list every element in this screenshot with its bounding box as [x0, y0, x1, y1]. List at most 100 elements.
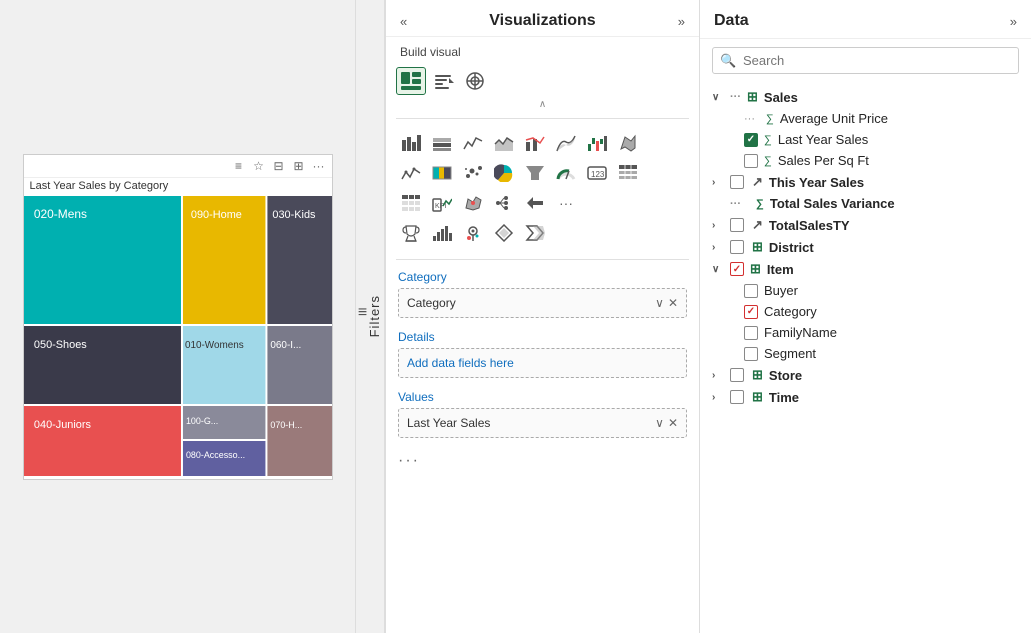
field-well-category: Category Category ∨ ✕ — [386, 266, 699, 326]
viz-icons-grid: 123 KPI ··· — [386, 125, 699, 253]
this-year-checkbox[interactable] — [730, 175, 744, 189]
pin-icon[interactable]: ☆ — [252, 159, 266, 173]
viz-gauge-chart[interactable] — [551, 159, 581, 187]
avg-price-label: Average Unit Price — [780, 111, 888, 126]
search-input[interactable] — [712, 47, 1019, 74]
item-category-checkbox[interactable] — [744, 305, 758, 319]
sales-label: Sales — [764, 90, 798, 105]
svg-text:100-G...: 100-G... — [185, 415, 217, 425]
viz-area-chart[interactable] — [489, 129, 519, 157]
viz-table[interactable] — [613, 159, 643, 187]
viz-bar-chart-2[interactable] — [427, 219, 457, 247]
viz-sparkline[interactable] — [396, 159, 426, 187]
more-icon[interactable]: ··· — [312, 159, 326, 173]
store-table-icon: ⊞ — [752, 367, 763, 383]
tree-group-store-header[interactable]: › ⊞ Store — [700, 364, 1031, 386]
viz-chevron-right[interactable] — [520, 219, 550, 247]
viz-more-arrows[interactable] — [520, 189, 550, 217]
data-panel: Data » 🔍 ∨ ··· ⊞ Sales ··· ∑ Average Uni… — [700, 0, 1031, 633]
field-well-values-label: Values — [398, 390, 687, 404]
district-checkbox[interactable] — [730, 240, 744, 254]
tree-group-sales-header[interactable]: ∨ ··· ⊞ Sales — [700, 86, 1031, 108]
total-ty-trend-icon: ↗ — [752, 217, 763, 233]
chevron-icon[interactable]: ∨ — [655, 296, 664, 310]
viz-more-options[interactable]: ··· — [551, 189, 581, 217]
total-ty-checkbox[interactable] — [730, 218, 744, 232]
field-well-category-box[interactable]: Category ∨ ✕ — [398, 288, 687, 318]
viz-card[interactable]: 123 — [582, 159, 612, 187]
data-panel-title: Data — [714, 12, 749, 30]
values-chevron-icon[interactable]: ∨ — [655, 416, 664, 430]
values-chip-icons: ∨ ✕ — [655, 416, 678, 430]
treemap-chart: 020-Mens 090-Home 030-Kids 050-Shoes 010… — [24, 196, 332, 476]
viz-funnel-chart[interactable] — [520, 159, 550, 187]
viz-type-treemap[interactable] — [396, 67, 426, 95]
viz-map-chart[interactable] — [613, 129, 643, 157]
data-expand-icon[interactable]: » — [1010, 14, 1017, 29]
viz-waterfall-chart[interactable] — [582, 129, 612, 157]
expand-icon[interactable]: ⊞ — [292, 159, 306, 173]
item-leaf-segment[interactable]: Segment — [716, 343, 1031, 364]
item-leaf-familyname[interactable]: FamilyName — [716, 322, 1031, 343]
time-chevron: › — [712, 392, 724, 403]
item-checkbox[interactable] — [730, 262, 744, 276]
values-chip-label: Last Year Sales — [407, 416, 490, 430]
viz-ribbon-chart[interactable] — [551, 129, 581, 157]
buyer-label: Buyer — [764, 283, 798, 298]
viz-expand-icon[interactable]: » — [678, 14, 685, 29]
values-remove-icon[interactable]: ✕ — [668, 416, 678, 430]
field-well-values-box[interactable]: Last Year Sales ∨ ✕ — [398, 408, 687, 438]
viz-scatter-chart[interactable] — [458, 159, 488, 187]
viz-map-pin[interactable] — [458, 219, 488, 247]
viz-matrix[interactable] — [396, 189, 426, 217]
viz-column-chart[interactable] — [427, 129, 457, 157]
per-sqft-checkbox[interactable] — [744, 154, 758, 168]
buyer-checkbox[interactable] — [744, 284, 758, 298]
viz-diamond[interactable] — [489, 219, 519, 247]
familyname-checkbox[interactable] — [744, 326, 758, 340]
viz-100pct-bar[interactable] — [427, 159, 457, 187]
item-leaf-buyer[interactable]: Buyer — [716, 280, 1031, 301]
sales-leaf-last-year[interactable]: ∑ Last Year Sales — [716, 129, 1031, 150]
store-chevron: › — [712, 370, 724, 381]
field-well-details-box[interactable]: Add data fields here — [398, 348, 687, 378]
filter-icon[interactable]: ⊟ — [272, 159, 286, 173]
sales-leaf-per-sqft[interactable]: ∑ Sales Per Sq Ft — [716, 150, 1031, 171]
viz-pie-chart[interactable] — [489, 159, 519, 187]
tree-group-item-header[interactable]: ∨ ⊞ Item — [700, 258, 1031, 280]
total-ty-label: TotalSalesTY — [769, 218, 850, 233]
item-chevron: ∨ — [712, 264, 724, 275]
field-well-values: Values Last Year Sales ∨ ✕ — [386, 386, 699, 446]
viz-kpi[interactable]: KPI — [427, 189, 457, 217]
segment-checkbox[interactable] — [744, 347, 758, 361]
tree-group-district-header[interactable]: › ⊞ District — [700, 236, 1031, 258]
tree-group-time-header[interactable]: › ⊞ Time — [700, 386, 1031, 408]
tree-group-this-year-header[interactable]: › ↗ This Year Sales — [700, 171, 1031, 193]
viz-decomp-tree[interactable] — [489, 189, 519, 217]
tree-group-total-variance-header[interactable]: › ··· ∑ Total Sales Variance — [700, 193, 1031, 214]
sales-chevron: ∨ — [712, 92, 724, 103]
viz-bar-chart[interactable] — [396, 129, 426, 157]
per-sqft-label: Sales Per Sq Ft — [778, 153, 869, 168]
viz-line-chart[interactable] — [458, 129, 488, 157]
remove-icon[interactable]: ✕ — [668, 296, 678, 310]
viz-type-analytics[interactable] — [460, 67, 490, 95]
tree-group-total-ty-header[interactable]: › ↗ TotalSalesTY — [700, 214, 1031, 236]
data-tree: ∨ ··· ⊞ Sales ··· ∑ Average Unit Price ∑… — [700, 82, 1031, 633]
last-year-checkbox[interactable] — [744, 133, 758, 147]
details-placeholder: Add data fields here — [407, 356, 514, 370]
hamburger-icon[interactable]: ≡ — [232, 159, 246, 173]
viz-header: « Visualizations » — [386, 0, 699, 37]
viz-combo-chart[interactable] — [520, 129, 550, 157]
time-checkbox[interactable] — [730, 390, 744, 404]
filters-tab[interactable]: ≡ Filters — [355, 0, 385, 633]
sales-leaf-avg-unit-price[interactable]: ··· ∑ Average Unit Price — [716, 108, 1031, 129]
viz-trophy[interactable] — [396, 219, 426, 247]
item-leaf-category[interactable]: Category — [716, 301, 1031, 322]
viz-collapse-icon[interactable]: « — [400, 14, 407, 29]
store-checkbox[interactable] — [730, 368, 744, 382]
avg-price-calc-icon: ∑ — [766, 113, 774, 125]
viz-type-format[interactable] — [428, 67, 458, 95]
per-sqft-calc-icon: ∑ — [764, 155, 772, 167]
viz-shape-map[interactable] — [458, 189, 488, 217]
